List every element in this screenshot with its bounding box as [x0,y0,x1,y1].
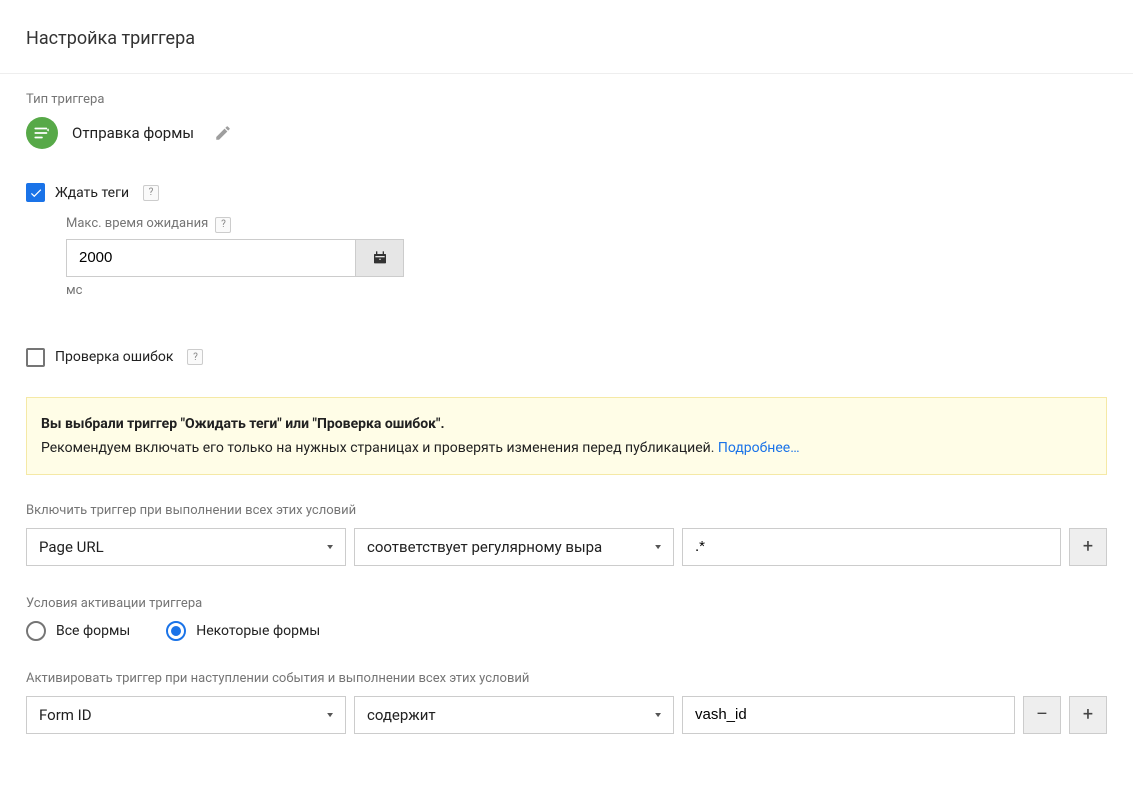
enable-conditions-label: Включить триггер при выполнении всех эти… [26,503,1107,518]
enable-cond-variable-value: Page URL [39,538,104,556]
info-title: Вы выбрали триггер "Ожидать теги" или "П… [41,416,1092,432]
fire-cond-operator-value: содержит [367,706,436,724]
timeout-label: Макс. время ожидания [66,216,208,231]
radio-some-forms-icon [166,621,186,641]
timeout-input-row [66,239,1107,277]
trigger-type-label: Тип триггера [26,92,1107,107]
enable-condition-row: Page URL соответствует регулярному выра … [26,528,1107,566]
timeout-help-icon[interactable]: ? [215,217,231,233]
enable-cond-operator-select[interactable]: соответствует регулярному выра [354,528,674,566]
timeout-picker-button[interactable] [356,239,404,277]
fire-condition-row: Form ID содержит – + [26,696,1107,734]
fire-cond-variable-select[interactable]: Form ID [26,696,346,734]
fire-cond-add-button[interactable]: + [1069,696,1107,734]
timeout-input[interactable] [66,239,356,277]
radio-all-forms-label: Все формы [56,623,130,639]
wait-tags-label: Ждать теги [55,185,129,201]
radio-some-forms[interactable]: Некоторые формы [166,621,320,641]
check-errors-help-icon[interactable]: ? [187,349,203,365]
timeout-label-row: Макс. время ожидания ? [66,216,1107,233]
timeout-block: Макс. время ожидания ? мс [66,216,1107,298]
enable-cond-operator-value: соответствует регулярному выра [367,538,602,556]
wait-tags-help-icon[interactable]: ? [143,185,159,201]
header-divider [0,73,1133,74]
trigger-type-name: Отправка формы [72,124,194,142]
edit-trigger-type-button[interactable] [214,124,232,142]
fire-conditions-label: Активировать триггер при наступлении соб… [26,671,1107,686]
check-errors-checkbox[interactable] [26,348,45,367]
check-errors-row: Проверка ошибок ? [26,348,1107,367]
fire-cond-value-input[interactable] [682,696,1015,734]
fire-cond-variable-value: Form ID [39,706,92,724]
wait-tags-row: Ждать теги ? [26,183,1107,202]
radio-all-forms[interactable]: Все формы [26,621,130,641]
enable-cond-variable-select[interactable]: Page URL [26,528,346,566]
fire-cond-remove-button[interactable]: – [1023,696,1061,734]
info-body-text: Рекомендуем включать его только на нужны… [41,440,718,456]
trigger-type-row: Отправка формы [26,117,1107,149]
wait-tags-checkbox[interactable] [26,183,45,202]
fire-cond-operator-select[interactable]: содержит [354,696,674,734]
radio-some-forms-label: Некоторые формы [196,623,320,639]
enable-cond-value-input[interactable] [682,528,1061,566]
page-title: Настройка триггера [0,0,1133,73]
form-submit-icon [26,117,58,149]
activation-label: Условия активации триггера [26,596,1107,611]
enable-cond-add-button[interactable]: + [1069,528,1107,566]
info-box: Вы выбрали триггер "Ожидать теги" или "П… [26,397,1107,475]
check-errors-label: Проверка ошибок [55,349,173,365]
info-body: Рекомендуем включать его только на нужны… [41,440,1092,456]
activation-radio-group: Все формы Некоторые формы [26,621,1107,641]
timeout-unit: мс [66,283,1107,298]
info-link[interactable]: Подробнее… [718,440,800,456]
radio-all-forms-icon [26,621,46,641]
